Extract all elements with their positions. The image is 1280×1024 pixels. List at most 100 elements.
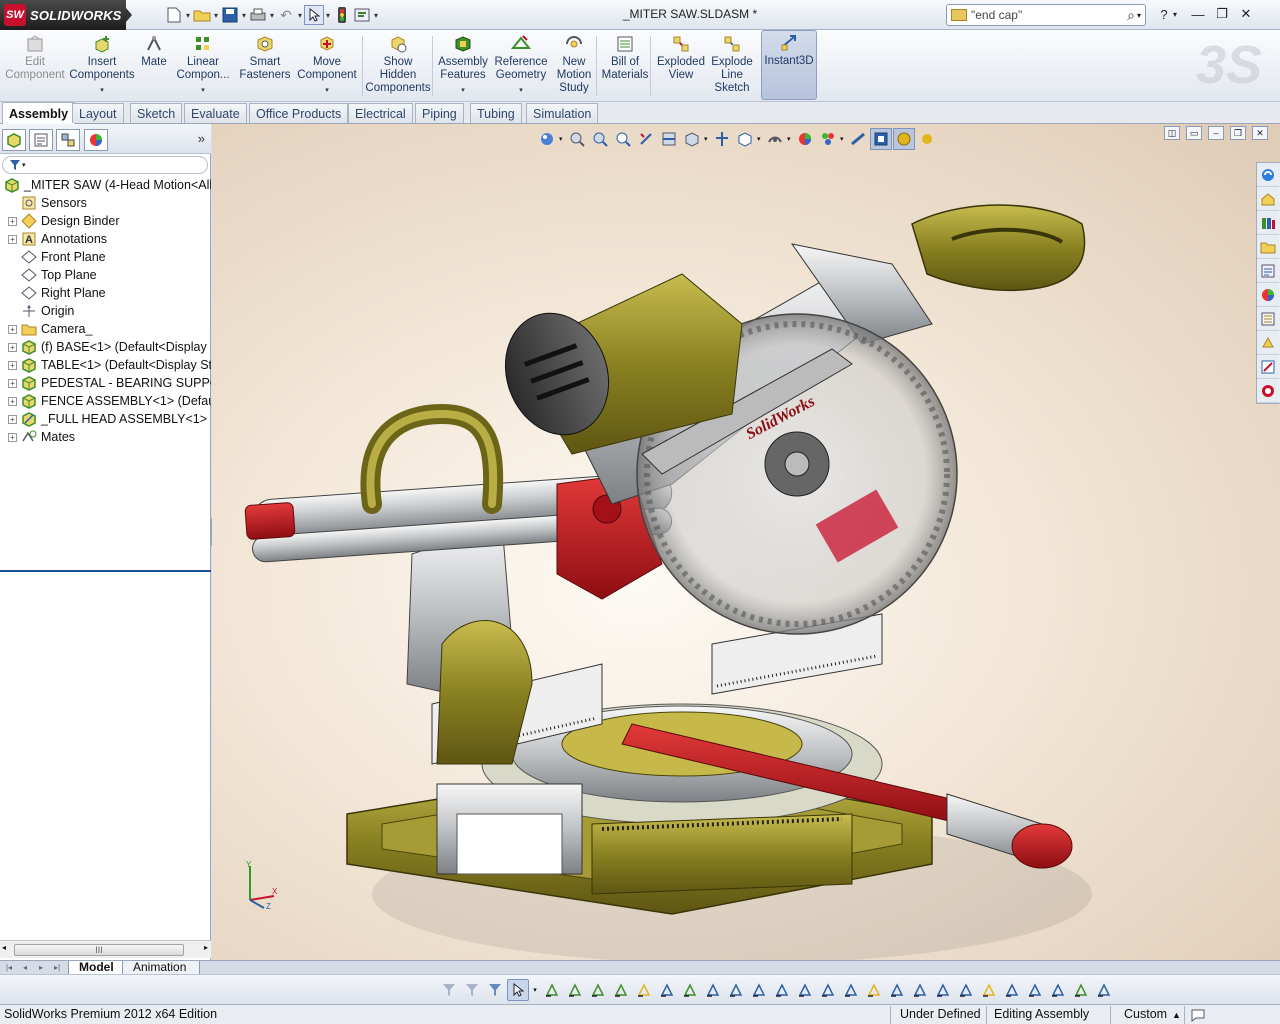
first-tab-icon[interactable]: |◂ [2, 962, 16, 973]
filter-cosmetic-threads-icon[interactable] [955, 979, 977, 1001]
new-document-icon[interactable] [164, 5, 184, 25]
menu-flyout-arrow-icon[interactable] [126, 8, 132, 22]
save-disk-icon[interactable] [220, 5, 240, 25]
options-icon[interactable] [352, 5, 372, 25]
undo-icon[interactable]: ↶ [276, 5, 296, 25]
tree-node[interactable]: + Camera_ [0, 320, 211, 338]
tree-node[interactable]: + FENCE ASSEMBLY<1> (Default< [0, 392, 211, 410]
tab-layout[interactable]: Layout [72, 103, 124, 123]
solidworks-resources-icon[interactable] [1257, 163, 1279, 187]
expand-node-icon[interactable]: + [8, 378, 17, 388]
tree-horizontal-scrollbar[interactable]: ◂ III ▸ [0, 940, 211, 958]
filter-notes-icon[interactable] [863, 979, 885, 1001]
status-quick-tips-icon[interactable] [1190, 1008, 1210, 1022]
filter-planes-icon[interactable] [679, 979, 701, 1001]
reference-geometry-button[interactable]: Reference Geometry ▾ [490, 32, 552, 100]
filter-center-marks-icon[interactable] [771, 979, 793, 1001]
custom-properties-icon[interactable] [1257, 307, 1279, 331]
filter-routing-points-icon[interactable] [1047, 979, 1069, 1001]
filter-connection-points-icon[interactable] [1024, 979, 1046, 1001]
filter-surface-finish-icon[interactable] [817, 979, 839, 1001]
select-dropdown-icon[interactable]: ▾ [530, 979, 540, 1001]
display-manager-tab-icon[interactable] [84, 129, 108, 151]
tab-evaluate[interactable]: Evaluate [184, 103, 247, 123]
scroll-thumb[interactable]: III [14, 944, 184, 956]
forum-icon[interactable] [1257, 355, 1279, 379]
filter-sketch-segments-icon[interactable] [725, 979, 747, 1001]
tree-node[interactable]: + _FULL HEAD ASSEMBLY<1> (De [0, 410, 211, 428]
linear-pattern-button[interactable]: Linear Compon... ▾ [172, 32, 234, 100]
bom-button[interactable]: Bill of Materials [600, 32, 650, 100]
filter-dimensions-icon[interactable] [794, 979, 816, 1001]
filter-dowel-pins-icon[interactable] [1001, 979, 1023, 1001]
filter-silhouette-edges-icon[interactable] [1093, 979, 1115, 1001]
solidworks-search-icon[interactable] [1257, 379, 1279, 403]
filter-surface-bodies-icon[interactable] [610, 979, 632, 1001]
tab-piping[interactable]: Piping [415, 103, 464, 123]
expand-node-icon[interactable]: + [8, 432, 17, 442]
expand-node-icon[interactable]: + [8, 234, 17, 244]
miter-saw-model[interactable]: SolidWorks [212, 124, 1280, 960]
select-arrow-icon[interactable] [304, 5, 324, 25]
units-dropdown-icon[interactable]: ▲ [1172, 1010, 1181, 1020]
tab-sketch[interactable]: Sketch [130, 103, 183, 123]
edit-component-button[interactable]: Edit Component [5, 32, 65, 100]
filter-vertices-icon[interactable] [541, 979, 563, 1001]
tab-animation[interactable]: Animation [122, 961, 200, 975]
tree-node[interactable]: Sensors [0, 194, 211, 212]
filter-mid-faces-icon[interactable] [1070, 979, 1092, 1001]
filter-clear-icon[interactable] [461, 979, 483, 1001]
scroll-left-icon[interactable]: ◂ [2, 943, 6, 952]
smart-fasteners-button[interactable]: Smart Fasteners [236, 32, 294, 100]
tree-node[interactable]: Right Plane [0, 284, 211, 302]
expand-node-icon[interactable]: + [8, 216, 17, 226]
tree-node[interactable]: Origin [0, 302, 211, 320]
filter-geometric-tolerance-icon[interactable] [840, 979, 862, 1001]
status-units[interactable]: Custom [1124, 1007, 1167, 1021]
select-cursor-icon[interactable] [507, 979, 529, 1001]
save-dropdown-icon[interactable]: ▾ [240, 5, 248, 25]
design-library-icon[interactable] [1257, 211, 1279, 235]
tree-node[interactable]: Front Plane [0, 248, 211, 266]
tab-assembly[interactable]: Assembly [2, 102, 76, 124]
solidworks-menu-button[interactable]: SW SOLIDWORKS [0, 0, 126, 30]
toolbox-icon[interactable] [1257, 331, 1279, 355]
exploded-view-button[interactable]: Exploded View [654, 32, 708, 100]
tab-tubing[interactable]: Tubing [470, 103, 522, 123]
tree-node[interactable]: + (f) BASE<1> (Default<Display St [0, 338, 211, 356]
expand-node-icon[interactable]: + [8, 324, 17, 334]
new-dropdown-icon[interactable]: ▾ [184, 5, 192, 25]
command-dropdown-icon[interactable]: ▾ [325, 84, 329, 97]
filter-midpoints-icon[interactable] [748, 979, 770, 1001]
tree-node[interactable]: + Mates [0, 428, 211, 446]
expand-node-icon[interactable]: + [8, 414, 17, 424]
filter-toggle-icon[interactable] [438, 979, 460, 1001]
tab-model[interactable]: Model [68, 961, 125, 975]
feature-manager-tab-icon[interactable] [2, 129, 26, 151]
tree-node[interactable]: + PEDESTAL - BEARING SUPPORT [0, 374, 211, 392]
mate-button[interactable]: Mate [136, 32, 172, 100]
expand-node-icon[interactable]: + [8, 360, 17, 370]
command-dropdown-icon[interactable]: ▾ [201, 84, 205, 97]
appearances-icon[interactable] [1257, 283, 1279, 307]
tab-simulation[interactable]: Simulation [526, 103, 599, 123]
file-explorer-icon[interactable] [1257, 235, 1279, 259]
next-tab-icon[interactable]: ▸ [34, 962, 48, 973]
search-icon[interactable]: ⌕ [1127, 7, 1135, 24]
search-dropdown-icon[interactable]: ▾ [1137, 11, 1141, 20]
tree-node[interactable]: + Design Binder [0, 212, 211, 230]
expand-node-icon[interactable]: + [8, 396, 17, 406]
undo-dropdown-icon[interactable]: ▾ [296, 5, 304, 25]
select-dropdown-icon[interactable]: ▾ [324, 5, 332, 25]
search-box[interactable]: ⌕ ▾ [946, 4, 1146, 26]
view-palette-icon[interactable] [1257, 259, 1279, 283]
open-folder-icon[interactable] [192, 5, 212, 25]
filter-dropdown-icon[interactable]: ▾ [22, 161, 26, 169]
instant3d-button[interactable]: Instant3D [761, 30, 817, 100]
options-dropdown-icon[interactable]: ▾ [372, 5, 380, 25]
scroll-right-icon[interactable]: ▸ [204, 943, 208, 952]
configuration-manager-tab-icon[interactable] [56, 129, 80, 151]
home-icon[interactable] [1257, 187, 1279, 211]
explode-line-button[interactable]: Explode Line Sketch [708, 32, 756, 100]
tab-electrical[interactable]: Electrical [348, 103, 413, 123]
